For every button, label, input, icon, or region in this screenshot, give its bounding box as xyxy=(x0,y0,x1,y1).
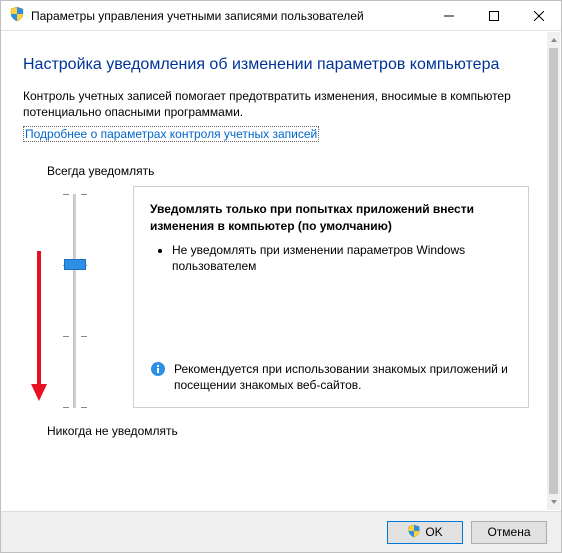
slider-thumb[interactable] xyxy=(64,259,86,270)
help-link[interactable]: Подробнее о параметрах контроля учетных … xyxy=(23,126,319,142)
scroll-up-icon[interactable] xyxy=(547,32,560,48)
ok-button[interactable]: OK xyxy=(387,521,463,544)
uac-shield-icon xyxy=(9,6,25,25)
intro-text: Контроль учетных записей помогает предот… xyxy=(23,88,529,120)
vertical-scrollbar[interactable] xyxy=(547,32,560,510)
dialog-footer: OK Отмена xyxy=(1,511,561,552)
ok-button-label: OK xyxy=(425,525,442,539)
slider-tick xyxy=(63,407,87,408)
close-button[interactable] xyxy=(516,1,561,31)
cancel-button[interactable]: Отмена xyxy=(471,521,547,544)
cancel-button-label: Отмена xyxy=(487,525,530,539)
content-area: Настройка уведомления об изменении парам… xyxy=(1,32,547,510)
info-icon xyxy=(150,361,166,380)
maximize-button[interactable] xyxy=(471,1,516,31)
page-title: Настройка уведомления об изменении парам… xyxy=(23,56,529,74)
slider-tick xyxy=(63,194,87,195)
recommendation-text: Рекомендуется при использовании знакомых… xyxy=(174,361,512,393)
scroll-down-icon[interactable] xyxy=(547,494,560,510)
slider-track[interactable] xyxy=(73,194,76,408)
description-panel: Уведомлять только при попытках приложени… xyxy=(133,186,529,408)
uac-shield-icon xyxy=(407,524,421,541)
slider-top-label: Всегда уведомлять xyxy=(47,164,529,178)
uac-slider[interactable] xyxy=(23,186,133,416)
annotation-arrow-icon xyxy=(29,246,49,409)
slider-tick xyxy=(63,336,87,337)
titlebar: Параметры управления учетными записями п… xyxy=(1,1,561,31)
window-title: Параметры управления учетными записями п… xyxy=(31,9,426,23)
scrollbar-thumb[interactable] xyxy=(549,48,558,494)
minimize-button[interactable] xyxy=(426,1,471,31)
description-bullet: Не уведомлять при изменении параметров W… xyxy=(172,242,512,274)
slider-bottom-label: Никогда не уведомлять xyxy=(47,424,529,438)
description-title: Уведомлять только при попытках приложени… xyxy=(150,201,512,233)
